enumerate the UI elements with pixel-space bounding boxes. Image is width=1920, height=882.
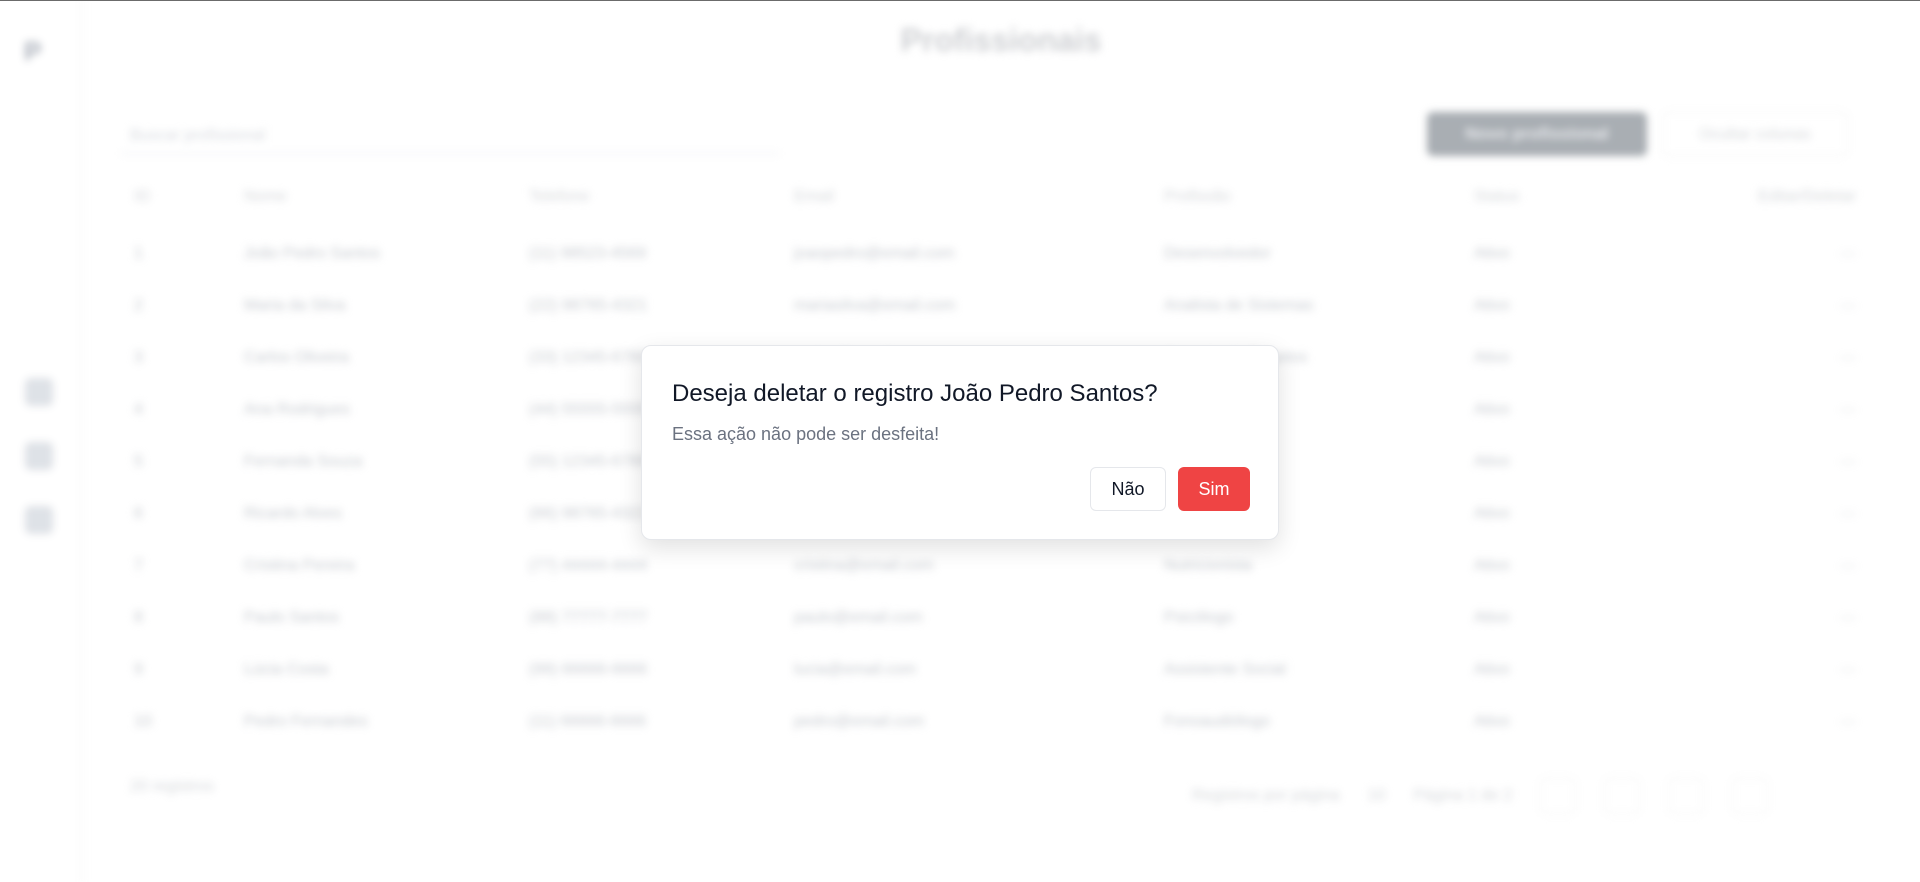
dialog-description: Essa ação não pode ser desfeita! xyxy=(672,424,940,444)
delete-confirm-dialog: Deseja deletar o registro João Pedro San… xyxy=(641,345,1279,540)
cancel-button[interactable]: Não xyxy=(1090,467,1166,511)
confirm-delete-button[interactable]: Sim xyxy=(1178,467,1250,511)
window-top-border xyxy=(0,0,1920,1)
dialog-title: Deseja deletar o registro João Pedro San… xyxy=(672,380,1158,407)
